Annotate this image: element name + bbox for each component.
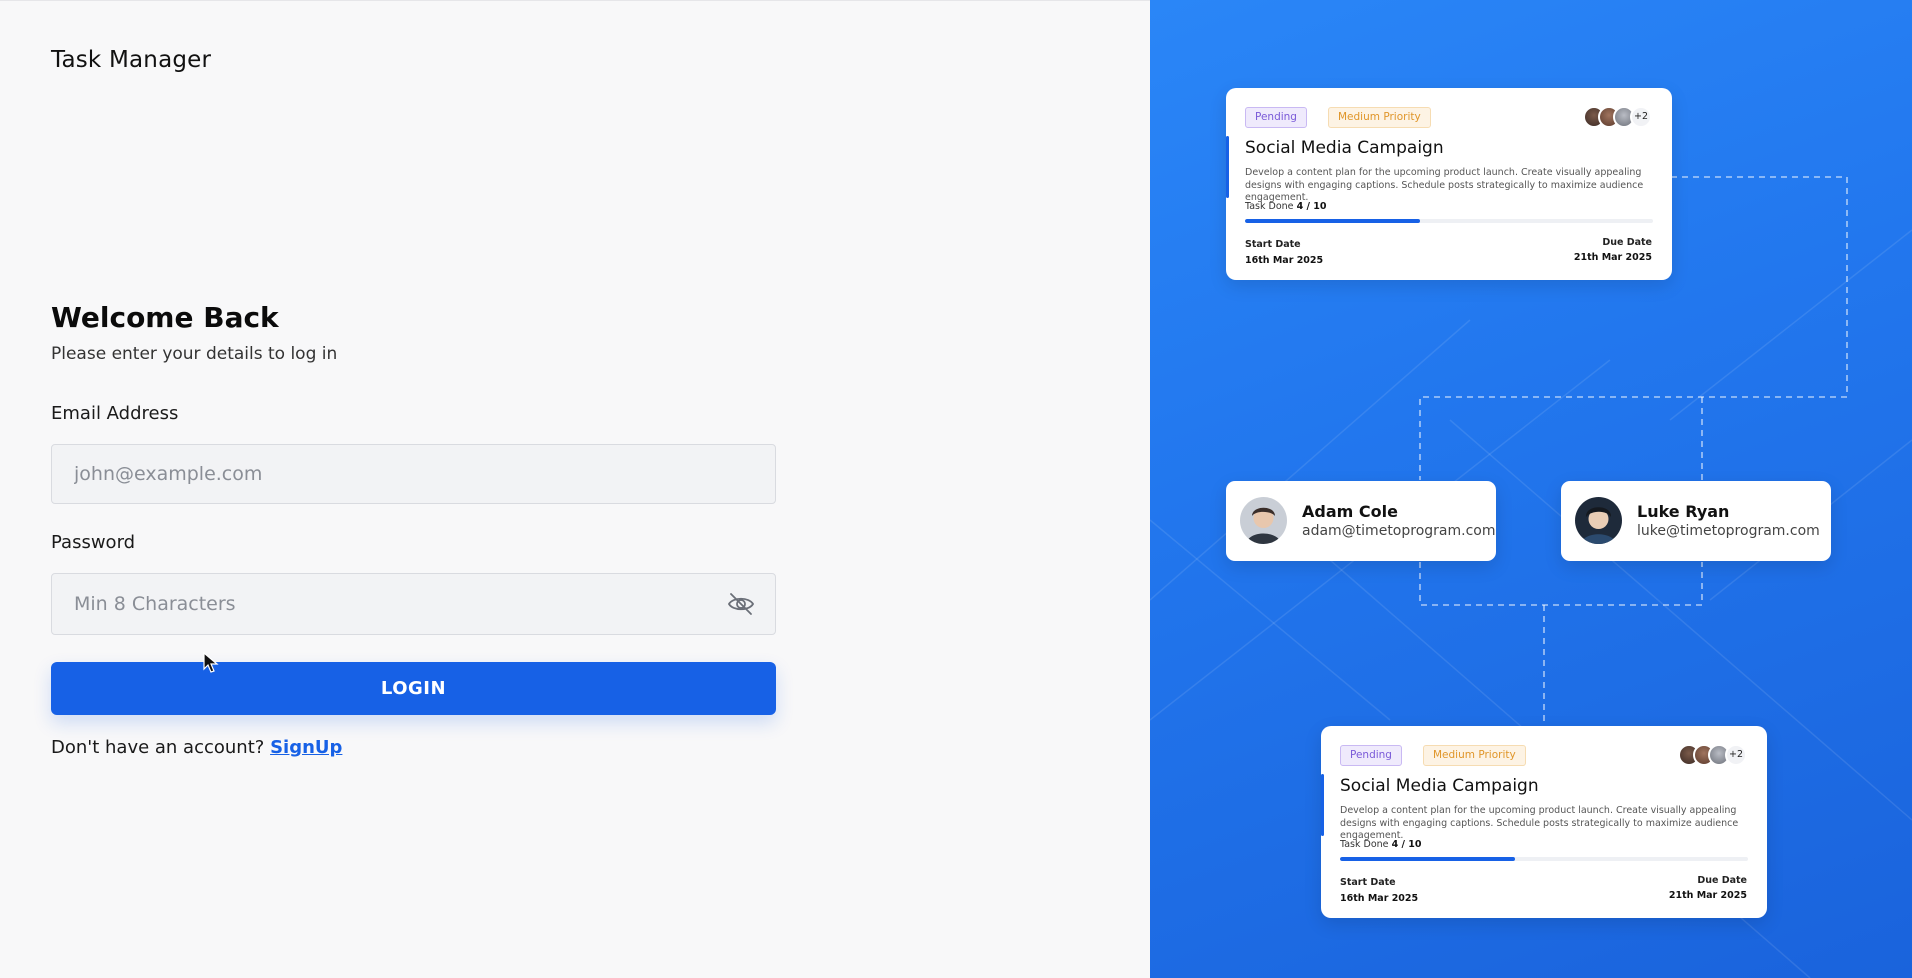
signup-link[interactable]: SignUp (270, 737, 342, 758)
password-field[interactable] (52, 574, 775, 634)
task-done: Task Done 4 / 10 (1245, 201, 1326, 212)
priority-badge: Medium Priority (1423, 745, 1526, 766)
status-badge: Pending (1245, 107, 1307, 128)
task-card[interactable]: Pending Medium Priority +2 Social Media … (1226, 88, 1672, 280)
more-assignees-count: +2 (1630, 106, 1652, 128)
email-field[interactable] (52, 445, 775, 503)
task-done-value: 4 / 10 (1391, 839, 1422, 850)
task-progress-bar (1245, 219, 1653, 223)
card-accent (1226, 136, 1229, 198)
page-subtitle: Please enter your details to log in (51, 344, 338, 364)
start-date-label: Start Date (1245, 239, 1301, 250)
user-name: Luke Ryan (1637, 502, 1730, 521)
mouse-pointer-icon (203, 652, 219, 673)
login-pane: Task Manager Welcome Back Please enter y… (0, 0, 1150, 978)
task-description: Develop a content plan for the upcoming … (1245, 167, 1644, 203)
avatar (1575, 497, 1622, 544)
status-badge: Pending (1340, 745, 1402, 766)
task-title: Social Media Campaign (1340, 776, 1539, 796)
task-progress-bar (1340, 857, 1748, 861)
signup-prompt: Don't have an account? SignUp (51, 737, 342, 758)
start-date-label: Start Date (1340, 877, 1396, 888)
avatar (1240, 497, 1287, 544)
task-description: Develop a content plan for the upcoming … (1340, 805, 1739, 841)
password-label: Password (51, 532, 136, 553)
task-done-label: Task Done (1340, 839, 1389, 850)
illustration-panel: Pending Medium Priority +2 Social Media … (1150, 0, 1912, 978)
page-title: Welcome Back (51, 301, 279, 334)
due-date-label: Due Date (1697, 875, 1747, 886)
start-date-value: 16th Mar 2025 (1245, 255, 1324, 266)
assignee-avatars: +2 (1678, 744, 1747, 766)
card-accent (1321, 774, 1324, 836)
login-button[interactable]: LOGIN (51, 662, 776, 715)
task-progress-fill (1340, 857, 1516, 861)
task-done-label: Task Done (1245, 201, 1294, 212)
user-name: Adam Cole (1302, 502, 1398, 521)
user-email: luke@timetoprogram.com (1637, 523, 1820, 539)
signup-prompt-text: Don't have an account? (51, 737, 265, 758)
task-progress-fill (1245, 219, 1421, 223)
more-assignees-count: +2 (1725, 744, 1747, 766)
start-date-value: 16th Mar 2025 (1340, 893, 1419, 904)
user-card[interactable]: Adam Cole adam@timetoprogram.com (1226, 481, 1496, 561)
eye-off-icon[interactable] (727, 592, 755, 616)
task-title: Social Media Campaign (1245, 138, 1444, 158)
app-title: Task Manager (51, 47, 212, 73)
task-done: Task Done 4 / 10 (1340, 839, 1421, 850)
priority-badge: Medium Priority (1328, 107, 1431, 128)
email-field-wrapper (51, 444, 776, 504)
user-email: adam@timetoprogram.com (1302, 523, 1496, 539)
email-label: Email Address (51, 403, 179, 424)
assignee-avatars: +2 (1583, 106, 1652, 128)
task-card[interactable]: Pending Medium Priority +2 Social Media … (1321, 726, 1767, 918)
due-date-value: 21th Mar 2025 (1668, 890, 1747, 901)
password-field-wrapper (51, 573, 776, 635)
due-date-label: Due Date (1602, 237, 1652, 248)
due-date-value: 21th Mar 2025 (1573, 252, 1652, 263)
task-done-value: 4 / 10 (1296, 201, 1327, 212)
user-card[interactable]: Luke Ryan luke@timetoprogram.com (1561, 481, 1831, 561)
